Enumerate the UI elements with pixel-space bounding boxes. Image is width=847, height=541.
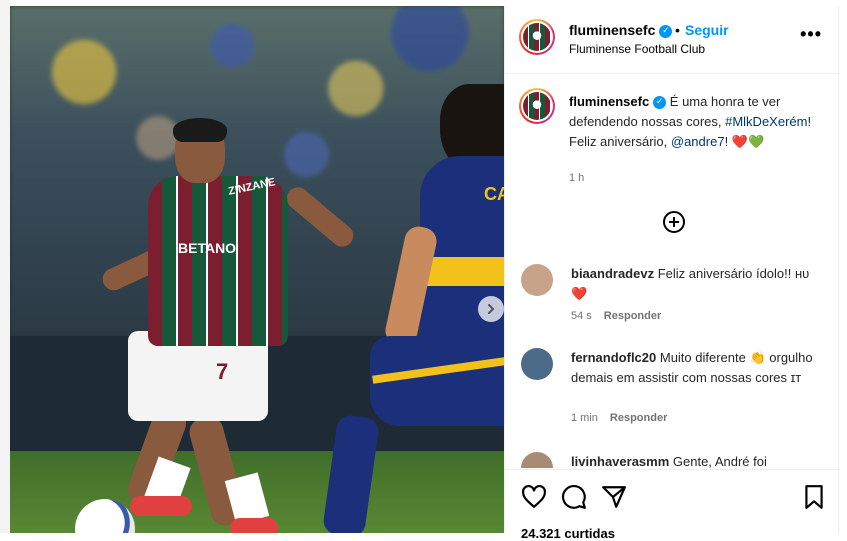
verified-icon: ✓ bbox=[659, 24, 673, 38]
profile-avatar[interactable] bbox=[519, 19, 555, 55]
reply-button[interactable]: Responder bbox=[610, 412, 667, 424]
comment-username[interactable]: livinhaverasmm bbox=[571, 454, 669, 468]
comment-time[interactable]: 1 min bbox=[571, 412, 598, 424]
comment-item: livinhaverasmm Gente, André foi bbox=[521, 452, 821, 468]
comment-text: fernandoflc20 Muito diferente 👏 orgulho … bbox=[571, 348, 821, 388]
caption-text: fluminensefc ✓ É uma honra te ver defende… bbox=[569, 92, 824, 152]
comment-meta: 54 s Responder bbox=[571, 310, 661, 322]
comment-body: Gente, André foi bbox=[669, 454, 767, 468]
reply-button[interactable]: Responder bbox=[604, 310, 661, 322]
follow-button[interactable]: Seguir bbox=[685, 22, 729, 38]
comment-text: biaandradevz Feliz aniversário ídolo!! ʜ… bbox=[571, 264, 821, 304]
backdrop bbox=[0, 0, 10, 533]
comment-username[interactable]: fernandoflc20 bbox=[571, 350, 656, 365]
comment-username[interactable]: biaandradevz bbox=[571, 266, 654, 281]
comment-icon[interactable] bbox=[561, 484, 587, 510]
more-options-icon[interactable]: ••• bbox=[800, 24, 822, 45]
comment-text: livinhaverasmm Gente, André foi bbox=[571, 452, 821, 468]
post-photo[interactable]: CA 7 BETANO ZINZANE bbox=[10, 6, 504, 533]
opponent-shirt-text: CA bbox=[484, 184, 504, 204]
chevron-right-icon bbox=[488, 304, 495, 314]
likes-count[interactable]: 24.321 curtidas bbox=[521, 526, 615, 541]
bookmark-icon[interactable] bbox=[801, 484, 827, 510]
comment-avatar[interactable] bbox=[521, 264, 553, 296]
post-header: fluminensefc ✓ • Seguir Fluminense Footba… bbox=[505, 6, 840, 74]
add-circle-icon[interactable] bbox=[662, 210, 686, 234]
share-icon[interactable] bbox=[601, 484, 627, 510]
club-crest-icon bbox=[523, 23, 551, 51]
verified-icon: ✓ bbox=[653, 96, 667, 110]
header-username-text[interactable]: fluminensefc bbox=[569, 22, 655, 38]
action-bar: 24.321 curtidas bbox=[505, 469, 840, 541]
heart-icon[interactable] bbox=[521, 484, 547, 510]
caption-body-3: ! ❤️💚 bbox=[724, 134, 765, 149]
comment-time[interactable]: 54 s bbox=[571, 310, 592, 322]
player-boot-left bbox=[130, 496, 192, 516]
header-subtitle: Fluminense Football Club bbox=[569, 42, 706, 56]
shirt-sponsor: BETANO bbox=[178, 240, 237, 256]
player-hair bbox=[173, 118, 227, 142]
comment-avatar[interactable] bbox=[521, 348, 553, 380]
post-side-panel: fluminensefc ✓ • Seguir Fluminense Footba… bbox=[504, 6, 840, 541]
comment-avatar[interactable] bbox=[521, 452, 553, 468]
next-photo-button[interactable] bbox=[478, 296, 504, 322]
caption-hashtag[interactable]: #MlkDeXerém bbox=[725, 114, 807, 129]
comment-meta: 1 min Responder bbox=[571, 412, 667, 424]
club-crest-icon bbox=[523, 92, 551, 120]
caption-timestamp[interactable]: 1 h bbox=[569, 172, 584, 184]
player-shirt bbox=[148, 176, 288, 346]
caption-username[interactable]: fluminensefc bbox=[569, 94, 649, 109]
player-boot-right bbox=[230, 518, 278, 533]
separator-dot: • bbox=[675, 22, 680, 38]
caption-avatar[interactable] bbox=[519, 88, 555, 124]
caption-mention[interactable]: @andre7 bbox=[671, 134, 725, 149]
header-username[interactable]: fluminensefc ✓ bbox=[569, 22, 673, 38]
shorts-number: 7 bbox=[216, 359, 229, 384]
post-modal: CA 7 BETANO ZINZANE fluminensefc ✓ • Seg… bbox=[0, 0, 847, 541]
